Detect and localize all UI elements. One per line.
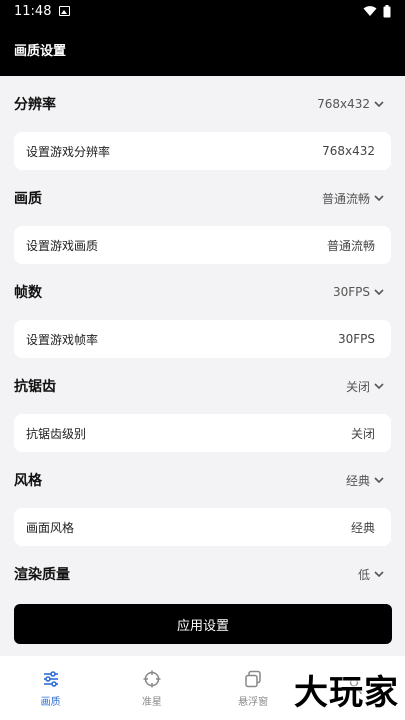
image-notification-icon (59, 6, 71, 16)
card-value: 经典 (350, 520, 375, 535)
app-bar: 画质设置 (0, 22, 405, 76)
style-dropdown[interactable]: 经典 (346, 472, 385, 489)
floating-window-icon (245, 670, 261, 687)
nav-item-quality[interactable]: 画质 (0, 656, 101, 720)
nav-label: 画质 (40, 696, 61, 708)
resolution-dropdown[interactable]: 768x432 (317, 97, 385, 111)
wifi-icon (363, 6, 377, 16)
settings-list: 分辨率 768x432 设置游戏分辨率 768x432 画质 普通流畅 设置游戏… (0, 76, 405, 602)
section-style[interactable]: 风格 经典 (0, 452, 405, 508)
section-title: 风格 (14, 473, 42, 489)
page-title: 画质设置 (14, 43, 67, 59)
card-quality[interactable]: 设置游戏画质 普通流畅 (14, 226, 391, 264)
card-value: 普通流畅 (326, 238, 375, 253)
card-value: 关闭 (350, 426, 375, 441)
section-title: 帧数 (14, 285, 42, 301)
section-value: 30FPS (332, 285, 370, 299)
section-value: 普通流畅 (321, 191, 370, 206)
section-quality[interactable]: 画质 普通流畅 (0, 170, 405, 226)
section-value: 768x432 (317, 97, 370, 111)
section-framerate[interactable]: 帧数 30FPS (0, 264, 405, 320)
chevron-down-icon (374, 477, 384, 484)
chevron-down-icon (374, 571, 384, 578)
nav-label: 悬浮窗 (238, 696, 269, 708)
chevron-down-icon (374, 195, 384, 202)
render-quality-dropdown[interactable]: 低 (358, 566, 385, 583)
nav-item-floating-window[interactable]: 悬浮窗 (203, 656, 304, 720)
chevron-down-icon (374, 101, 384, 108)
watermark: 大玩家 (294, 673, 399, 713)
nav-item-crosshair[interactable]: 准星 (101, 656, 202, 720)
card-framerate[interactable]: 设置游戏帧率 30FPS (14, 320, 391, 358)
section-value: 关闭 (345, 379, 370, 394)
card-resolution[interactable]: 设置游戏分辨率 768x432 (14, 132, 391, 170)
card-style[interactable]: 画面风格 经典 (14, 508, 391, 546)
status-right (363, 4, 391, 18)
status-time: 11:48 (14, 3, 52, 19)
section-title: 抗锯齿 (14, 379, 56, 395)
apply-settings-button[interactable]: 应用设置 (14, 604, 392, 644)
section-value: 经典 (345, 473, 370, 488)
antialiasing-dropdown[interactable]: 关闭 (346, 378, 385, 395)
card-value: 30FPS (337, 332, 375, 346)
card-label: 设置游戏画质 (26, 238, 99, 253)
crosshair-icon (143, 670, 161, 687)
section-render-quality[interactable]: 渲染质量 低 (0, 546, 405, 602)
section-title: 画质 (14, 191, 42, 207)
card-label: 设置游戏帧率 (26, 332, 99, 347)
section-title: 分辨率 (14, 97, 56, 113)
card-antialiasing[interactable]: 抗锯齿级别 关闭 (14, 414, 391, 452)
quality-dropdown[interactable]: 普通流畅 (322, 190, 385, 207)
card-label: 画面风格 (26, 520, 75, 535)
card-label: 设置游戏分辨率 (26, 144, 111, 159)
section-antialiasing[interactable]: 抗锯齿 关闭 (0, 358, 405, 414)
chevron-down-icon (374, 383, 384, 390)
chevron-down-icon (374, 289, 384, 296)
status-bar: 11:48 (0, 0, 405, 22)
battery-icon (383, 4, 391, 17)
section-title: 渲染质量 (14, 567, 70, 583)
card-label: 抗锯齿级别 (26, 426, 87, 441)
nav-label: 准星 (141, 696, 162, 708)
framerate-dropdown[interactable]: 30FPS (333, 285, 385, 299)
sliders-icon (43, 670, 58, 687)
section-value: 低 (357, 567, 370, 582)
section-resolution[interactable]: 分辨率 768x432 (0, 76, 405, 132)
card-value: 768x432 (322, 144, 375, 158)
